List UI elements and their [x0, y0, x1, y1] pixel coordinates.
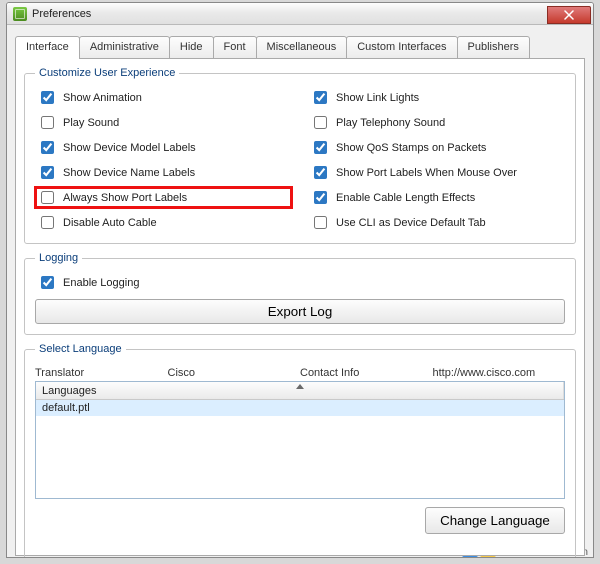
- chk-disable-auto-cable-input[interactable]: [41, 216, 54, 229]
- tab-interface[interactable]: Interface: [15, 36, 80, 59]
- language-list-header[interactable]: Languages: [36, 382, 564, 400]
- tab-publishers[interactable]: Publishers: [457, 36, 530, 58]
- export-log-button[interactable]: Export Log: [35, 299, 565, 324]
- close-icon: [564, 10, 574, 20]
- chk-enable-logging-input[interactable]: [41, 276, 54, 289]
- lang-url-label: http://www.cisco.com: [433, 367, 566, 379]
- chk-show-animation[interactable]: Show Animation: [35, 87, 292, 108]
- chk-show-port-labels-mouseover[interactable]: Show Port Labels When Mouse Over: [308, 162, 565, 183]
- cux-left-column: Show Animation Play Sound Show Device Mo…: [35, 87, 292, 233]
- tab-row: Interface Administrative Hide Font Misce…: [15, 35, 585, 58]
- chk-show-qos-stamps[interactable]: Show QoS Stamps on Packets: [308, 137, 565, 158]
- chk-always-show-port-labels-input[interactable]: [41, 191, 54, 204]
- lang-contact-label: Contact Info: [300, 367, 433, 379]
- tab-custom-interfaces[interactable]: Custom Interfaces: [346, 36, 457, 58]
- preferences-window: Preferences Interface Administrative Hid…: [6, 2, 594, 558]
- lang-translator-label: Translator: [35, 367, 168, 379]
- chk-play-sound[interactable]: Play Sound: [35, 112, 292, 133]
- tab-miscellaneous[interactable]: Miscellaneous: [256, 36, 348, 58]
- chk-show-link-lights-input[interactable]: [314, 91, 327, 104]
- chk-use-cli-default-tab-input[interactable]: [314, 216, 327, 229]
- chk-disable-auto-cable[interactable]: Disable Auto Cable: [35, 212, 292, 233]
- tabpage-interface: Customize User Experience Show Animation…: [15, 58, 585, 556]
- tab-font[interactable]: Font: [213, 36, 257, 58]
- group-cux-legend: Customize User Experience: [35, 67, 179, 79]
- tab-hide[interactable]: Hide: [169, 36, 214, 58]
- chk-show-device-model-labels[interactable]: Show Device Model Labels: [35, 137, 292, 158]
- client-area: Interface Administrative Hide Font Misce…: [7, 25, 593, 557]
- chk-enable-cable-length-effects[interactable]: Enable Cable Length Effects: [308, 187, 565, 208]
- chk-show-device-name-labels[interactable]: Show Device Name Labels: [35, 162, 292, 183]
- language-listview[interactable]: Languages default.ptl: [35, 381, 565, 499]
- chk-always-show-port-labels[interactable]: Always Show Port Labels: [35, 187, 292, 208]
- chk-show-device-name-labels-input[interactable]: [41, 166, 54, 179]
- tab-administrative[interactable]: Administrative: [79, 36, 170, 58]
- sort-ascending-icon: [296, 384, 304, 389]
- chk-play-telephony-sound-input[interactable]: [314, 116, 327, 129]
- group-customize-user-experience: Customize User Experience Show Animation…: [24, 67, 576, 244]
- group-select-language: Select Language Translator Cisco Contact…: [24, 343, 576, 558]
- chk-enable-logging[interactable]: Enable Logging: [35, 272, 565, 293]
- chk-play-sound-input[interactable]: [41, 116, 54, 129]
- group-logging: Logging Enable Logging Export Log: [24, 252, 576, 335]
- group-lang-legend: Select Language: [35, 343, 126, 355]
- titlebar[interactable]: Preferences: [7, 3, 593, 25]
- close-button[interactable]: [547, 6, 591, 24]
- lang-cisco-label: Cisco: [168, 367, 301, 379]
- chk-show-device-model-labels-input[interactable]: [41, 141, 54, 154]
- chk-show-link-lights[interactable]: Show Link Lights: [308, 87, 565, 108]
- app-icon: [13, 7, 27, 21]
- group-logging-legend: Logging: [35, 252, 82, 264]
- chk-enable-cable-length-effects-input[interactable]: [314, 191, 327, 204]
- chk-use-cli-default-tab[interactable]: Use CLI as Device Default Tab: [308, 212, 565, 233]
- cux-right-column: Show Link Lights Play Telephony Sound Sh…: [308, 87, 565, 233]
- chk-play-telephony-sound[interactable]: Play Telephony Sound: [308, 112, 565, 133]
- chk-show-animation-input[interactable]: [41, 91, 54, 104]
- chk-show-port-labels-mouseover-input[interactable]: [314, 166, 327, 179]
- lang-text-row: Translator Cisco Contact Info http://www…: [35, 367, 565, 379]
- language-list-row[interactable]: default.ptl: [36, 400, 564, 416]
- chk-show-qos-stamps-input[interactable]: [314, 141, 327, 154]
- window-title: Preferences: [32, 8, 91, 20]
- change-language-button[interactable]: Change Language: [425, 507, 565, 534]
